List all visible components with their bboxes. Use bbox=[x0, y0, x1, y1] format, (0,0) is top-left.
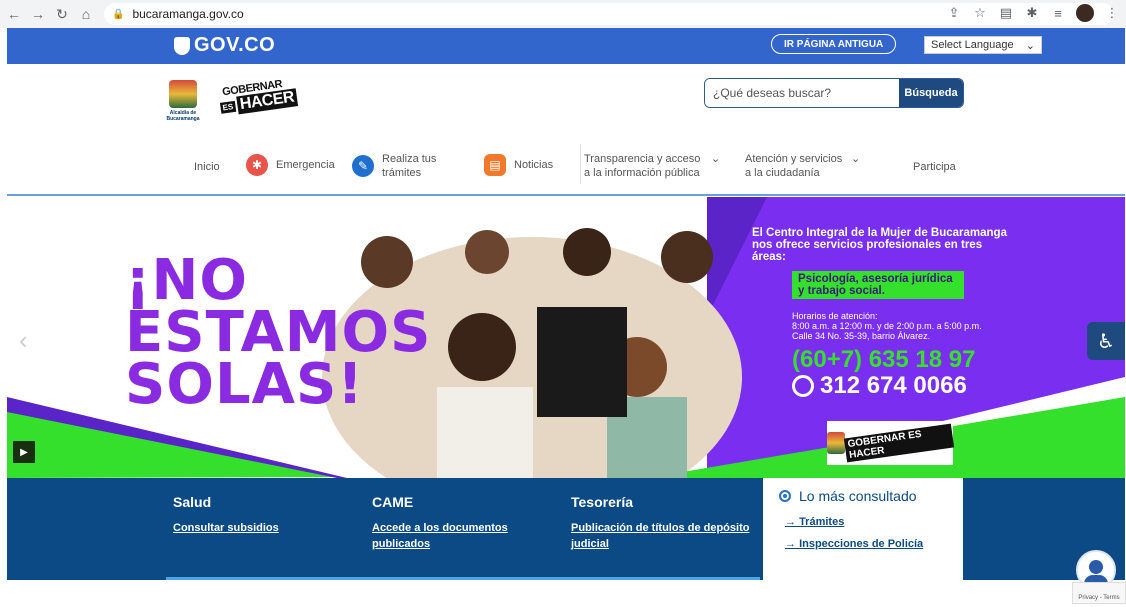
chat-head-shape bbox=[1089, 560, 1103, 574]
alcaldia-crest-logo[interactable]: Alcaldía de Bucaramanga bbox=[165, 80, 201, 126]
came-title: CAME bbox=[372, 494, 414, 510]
hero-title-line3: SOLAS! bbox=[125, 352, 364, 417]
reload-icon[interactable]: ↻ bbox=[52, 4, 72, 24]
menu-atencion-label: Atención y servicios a la ciudadanía bbox=[745, 153, 843, 179]
hero-intro: El Centro Integral de la Mujer de Bucara… bbox=[752, 227, 1007, 263]
news-icon: ▤ bbox=[484, 154, 506, 176]
menu-inicio[interactable]: Inicio bbox=[194, 160, 220, 174]
menu-participa[interactable]: Participa bbox=[913, 160, 956, 174]
more-menu-icon[interactable]: ⋮ bbox=[1104, 5, 1120, 21]
mas-link-tramites[interactable]: → Trámites bbox=[785, 516, 947, 528]
menu-emergencia[interactable]: ✱ Emergencia bbox=[246, 154, 335, 176]
crest-emblem-icon bbox=[827, 432, 846, 454]
quick-link-salud: Salud Consultar subsidios bbox=[173, 494, 353, 536]
recaptcha-badge[interactable]: Privacy - Terms bbox=[1072, 582, 1126, 604]
quick-link-came: CAME Accede a los documentos publicados bbox=[372, 494, 542, 552]
hero-info: El Centro Integral de la Mujer de Bucara… bbox=[752, 227, 1012, 399]
salud-title: Salud bbox=[173, 494, 212, 510]
menu-transparencia[interactable]: Transparencia y acceso a la información … bbox=[584, 152, 726, 180]
chevron-down-icon: ⌄ bbox=[711, 153, 721, 165]
whatsapp-icon bbox=[792, 375, 814, 397]
language-select[interactable]: Select Language ⌄ bbox=[924, 36, 1042, 54]
extensions-icon[interactable]: ✱ bbox=[1024, 5, 1040, 21]
hero-carousel: ¡NO ESTAMOS SOLAS! El Centro Integral de… bbox=[7, 197, 1125, 478]
document-icon[interactable]: ▤ bbox=[998, 5, 1014, 21]
browser-toolbar: ← → ↻ ⌂ 🔒 bucaramanga.gov.co ⇪ ☆ ▤ ✱ ≡ ⋮ bbox=[0, 0, 1126, 28]
gov-co-bar: GOV.CO IR PÁGINA ANTIGUA Select Language… bbox=[7, 28, 1125, 64]
url-text: bucaramanga.gov.co bbox=[132, 7, 244, 21]
bookmark-star-icon[interactable]: ☆ bbox=[972, 5, 988, 21]
hero-address: Calle 34 No. 35-39, barrio Álvarez. bbox=[792, 331, 931, 341]
hero-hours-block: Horarios de atención: 8:00 a.m. a 12:00 … bbox=[792, 311, 1012, 341]
site-header: Alcaldía de Bucaramanga GOBERNAR ES HACE… bbox=[7, 64, 1125, 196]
chevron-down-icon: ⌄ bbox=[1025, 39, 1035, 52]
search-input[interactable] bbox=[705, 79, 899, 107]
home-icon[interactable]: ⌂ bbox=[76, 4, 96, 24]
gob-es: ES bbox=[219, 100, 236, 114]
browser-actions: ⇪ ☆ ▤ ✱ ≡ ⋮ bbox=[946, 4, 1120, 22]
mas-link-inspecciones[interactable]: → Inspecciones de Policía bbox=[785, 538, 947, 550]
menu-participa-label: Participa bbox=[913, 161, 956, 173]
hero-card-gob: GOBERNAR ES HACER bbox=[843, 423, 955, 463]
tesoreria-link[interactable]: Publicación de títulos de depósito judic… bbox=[571, 520, 761, 552]
quick-link-tesoreria: Tesorería Publicación de títulos de depó… bbox=[571, 494, 761, 552]
gov-shield-icon bbox=[174, 36, 190, 55]
gov-co-logo[interactable]: GOV.CO bbox=[174, 34, 275, 57]
menu-noticias-label: Noticias bbox=[514, 159, 554, 171]
accessibility-icon[interactable]: ♿ bbox=[1087, 322, 1125, 360]
forward-arrow-icon[interactable]: → bbox=[28, 4, 48, 24]
hero-hours-label: Horarios de atención: bbox=[792, 311, 878, 321]
carousel-prev-arrow-icon[interactable]: ‹ bbox=[19, 325, 28, 356]
reading-list-icon[interactable]: ≡ bbox=[1050, 5, 1066, 21]
mas-link1-text: Trámites bbox=[799, 516, 845, 528]
menu-atencion[interactable]: Atención y servicios a la ciudadanía ⌄ bbox=[745, 152, 875, 180]
chevron-down-icon: ⌄ bbox=[851, 153, 861, 165]
menu-tramites[interactable]: ✎ Realiza tus trámites bbox=[352, 152, 462, 180]
crest-label: Alcaldía de Bucaramanga bbox=[166, 110, 200, 122]
menu-tramites-label: Realiza tus trámites bbox=[382, 153, 437, 179]
pencil-icon: ✎ bbox=[352, 155, 374, 177]
crest-emblem-icon bbox=[169, 80, 197, 108]
tesoreria-title: Tesorería bbox=[571, 494, 633, 510]
language-select-value: Select Language bbox=[931, 39, 1014, 51]
hero-hours: 8:00 a.m. a 12:00 m. y de 2:00 p.m. a 5:… bbox=[792, 321, 982, 331]
lo-mas-consultado-panel: Lo más consultado → Trámites → Inspeccio… bbox=[763, 478, 963, 580]
search-button[interactable]: Búsqueda bbox=[899, 79, 963, 107]
mas-title: Lo más consultado bbox=[799, 488, 917, 504]
menu-emergencia-label: Emergencia bbox=[276, 159, 335, 171]
mas-link2-text: Inspecciones de Policía bbox=[799, 538, 924, 550]
search-form: Búsqueda bbox=[704, 78, 964, 108]
profile-avatar[interactable] bbox=[1076, 4, 1094, 22]
lo-mas-consultado-heading: Lo más consultado bbox=[779, 488, 947, 504]
hero-phone2-text: 312 674 0066 bbox=[820, 372, 967, 399]
old-page-button[interactable]: IR PÁGINA ANTIGUA bbox=[771, 34, 897, 54]
hero-phone-landline: (60+7) 635 18 97 bbox=[792, 346, 976, 373]
lock-icon[interactable]: 🔒 bbox=[112, 9, 124, 20]
menu-divider bbox=[580, 144, 581, 184]
share-icon[interactable]: ⇪ bbox=[946, 5, 962, 21]
hero-logo-card: GOBERNAR ES HACER bbox=[827, 421, 955, 465]
eye-icon bbox=[779, 490, 791, 502]
menu-transparencia-label: Transparencia y acceso a la información … bbox=[584, 153, 701, 179]
menu-noticias[interactable]: ▤ Noticias bbox=[484, 154, 553, 176]
back-arrow-icon[interactable]: ← bbox=[4, 4, 24, 24]
gov-co-text: GOV.CO bbox=[194, 34, 276, 56]
hero-phone-whatsapp: 312 674 0066 bbox=[792, 373, 1012, 399]
hero-areas: Psicología, asesoría jurídica y trabajo … bbox=[792, 271, 964, 299]
emergency-icon: ✱ bbox=[246, 154, 268, 176]
carousel-play-button[interactable]: ▶ bbox=[13, 441, 35, 463]
band-accent-line bbox=[166, 577, 760, 580]
hero-title: ¡NO ESTAMOS SOLAS! bbox=[125, 253, 431, 417]
came-link[interactable]: Accede a los documentos publicados bbox=[372, 520, 542, 552]
gobernar-es-hacer-logo: GOBERNAR ES HACER bbox=[218, 77, 299, 124]
menu-inicio-label: Inicio bbox=[194, 161, 220, 173]
salud-link[interactable]: Consultar subsidios bbox=[173, 520, 353, 536]
